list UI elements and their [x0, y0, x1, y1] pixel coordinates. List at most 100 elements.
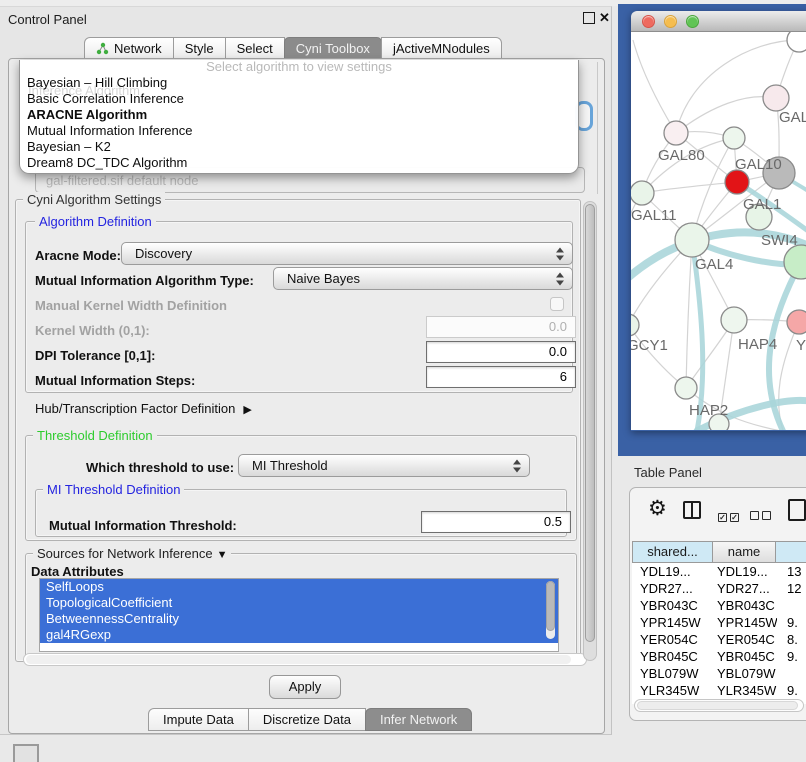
tab-discretize-data-label: Discretize Data [263, 712, 351, 727]
data-attributes-label: Data Attributes [31, 564, 124, 579]
tab-impute-data[interactable]: Impute Data [148, 708, 249, 731]
node-hap4[interactable] [721, 307, 747, 333]
tab-infer-network-label: Infer Network [380, 712, 457, 727]
table-cell: YBR043C [713, 597, 777, 614]
corner-grip-icon[interactable] [13, 744, 39, 762]
table-row[interactable]: YDR27...YDR27...12 [632, 580, 806, 597]
mi-type-label: Mutual Information Algorithm Type: [35, 273, 254, 288]
algorithm-option[interactable]: ARACNE Algorithm [20, 107, 578, 123]
table-column-header[interactable] [775, 541, 806, 563]
data-attribute-item[interactable]: TopologicalCoefficient [40, 595, 558, 611]
aracne-mode-combo[interactable]: Discovery [121, 242, 573, 265]
network-edge[interactable] [642, 182, 737, 193]
node-gal4[interactable] [675, 223, 709, 257]
algorithm-dropdown-list: Bayesian – Hill ClimbingBasic Correlatio… [20, 75, 578, 171]
table-cell [777, 597, 806, 614]
network-edge[interactable] [676, 97, 776, 133]
tab-cyni-toolbox[interactable]: Cyni Toolbox [284, 37, 382, 59]
table-cell: YLR345W [713, 682, 777, 699]
data-attribute-item[interactable]: BetweennessCentrality [40, 611, 558, 627]
mi-type-value: Naive Bayes [287, 271, 360, 286]
node-gal-partial-label: GAL [779, 109, 806, 126]
tab-style[interactable]: Style [173, 37, 226, 59]
dpi-tolerance-field[interactable]: 0.0 [426, 341, 576, 363]
node-gcy1[interactable] [631, 314, 639, 336]
table-cell: YBL079W [632, 665, 713, 682]
sources-group-label[interactable]: Sources for Network Inference▼ [33, 546, 231, 561]
deselect-all-columns-icon[interactable] [750, 507, 774, 525]
node-pink-right[interactable] [787, 310, 806, 334]
table-panel: ⚙ ✓✓ shared...name YDL19...YDL19...13YDR… [629, 487, 806, 721]
apply-button[interactable]: Apply [269, 675, 341, 699]
close-traffic-light[interactable] [642, 15, 655, 28]
tab-infer-network[interactable]: Infer Network [365, 708, 472, 731]
node-gal-partial[interactable] [763, 85, 789, 111]
table-row[interactable]: YPR145WYPR145W9. [632, 614, 806, 631]
algorithm-option[interactable]: Basic Correlation Inference [20, 91, 578, 107]
combo-spinner-icon [556, 247, 564, 260]
unchecked-box-glyph [762, 511, 771, 520]
algorithm-option[interactable]: Bayesian – Hill Climbing [20, 75, 578, 91]
horizontal-scrollbar[interactable] [23, 653, 587, 666]
settings-scrollbar[interactable] [583, 201, 597, 661]
table-panel-title: Table Panel [634, 465, 702, 480]
gear-icon[interactable]: ⚙ [648, 496, 667, 521]
tab-select-label: Select [237, 41, 273, 56]
node-gal10[interactable] [723, 127, 745, 149]
node-hap2[interactable] [675, 377, 697, 399]
data-attributes-items: SelfLoopsTopologicalCoefficientBetweenne… [40, 579, 558, 643]
data-attribute-item[interactable]: SelfLoops [40, 579, 558, 595]
network-edge[interactable] [633, 40, 676, 133]
node-gcy1-label: GCY1 [631, 337, 668, 354]
hub-definition-toggle[interactable]: Hub/Transcription Factor Definition▶ [35, 401, 252, 416]
data-attribute-item[interactable]: gal4RGexp [40, 627, 558, 643]
node-gal1-label: GAL1 [743, 196, 781, 213]
tab-select[interactable]: Select [225, 37, 285, 59]
table-row[interactable]: YBR045CYBR045C9. [632, 648, 806, 665]
algorithm-option[interactable]: Mutual Information Inference [20, 123, 578, 139]
mi-steps-field[interactable]: 6 [426, 366, 576, 388]
table-row[interactable]: YBR043CYBR043C [632, 597, 806, 614]
node-gal1[interactable] [725, 170, 749, 194]
zoom-traffic-light[interactable] [686, 15, 699, 28]
tab-network[interactable]: Network [84, 37, 174, 59]
cyni-toolbox-panel: gal-filtered.sif default node Select alg… [8, 58, 605, 734]
table-cell: YBL079W [713, 665, 777, 682]
tab-discretize-data[interactable]: Discretize Data [248, 708, 366, 731]
close-icon[interactable]: ✕ [599, 10, 610, 26]
float-window-icon[interactable] [583, 12, 595, 24]
combo-spinner-icon [556, 272, 564, 285]
network-edge[interactable] [631, 325, 686, 388]
node-gal80[interactable] [664, 121, 688, 145]
mi-threshold-field[interactable]: 0.5 [421, 511, 571, 533]
algorithm-option[interactable]: Dream8 DC_TDC Algorithm [20, 155, 578, 171]
table-row[interactable]: YER054CYER054C8. [632, 631, 806, 648]
table-column-header[interactable]: name [712, 541, 776, 563]
network-edge[interactable] [686, 240, 692, 388]
kernel-width-field[interactable]: 0.0 [426, 316, 576, 338]
columns-icon[interactable] [683, 501, 701, 519]
node-gal11[interactable] [631, 181, 654, 205]
tab-jactivemnodules[interactable]: jActiveMNodules [381, 37, 502, 59]
table-row[interactable]: YLR345WYLR345W9. [632, 682, 806, 699]
network-window-titlebar[interactable] [631, 11, 806, 32]
algorithm-option[interactable]: Bayesian – K2 [20, 139, 578, 155]
which-threshold-combo[interactable]: MI Threshold [238, 454, 530, 477]
node-top[interactable] [787, 32, 806, 52]
table-horizontal-scrollbar[interactable] [634, 699, 804, 712]
new-table-icon[interactable] [788, 499, 806, 521]
manual-kernel-checkbox[interactable] [550, 297, 564, 311]
minimize-traffic-light[interactable] [664, 15, 677, 28]
node-green-right[interactable] [784, 245, 806, 279]
ghost-panel-edge [597, 62, 598, 194]
node-gal10-label: GAL10 [735, 156, 782, 173]
table-row[interactable]: YBL079WYBL079W [632, 665, 806, 682]
list-scrollbar[interactable] [546, 581, 555, 639]
table-row[interactable]: YDL19...YDL19...13 [632, 563, 806, 580]
mi-type-combo[interactable]: Naive Bayes [273, 267, 573, 290]
network-canvas[interactable]: GALGAL80GAL10GAL1GAL11SWI4GAL4GCY1HAP4YH… [631, 32, 806, 430]
data-attributes-list[interactable]: SelfLoopsTopologicalCoefficientBetweenne… [39, 578, 559, 652]
tab-impute-data-label: Impute Data [163, 712, 234, 727]
select-all-columns-icon[interactable]: ✓✓ [718, 507, 742, 525]
table-column-header[interactable]: shared... [632, 541, 713, 563]
